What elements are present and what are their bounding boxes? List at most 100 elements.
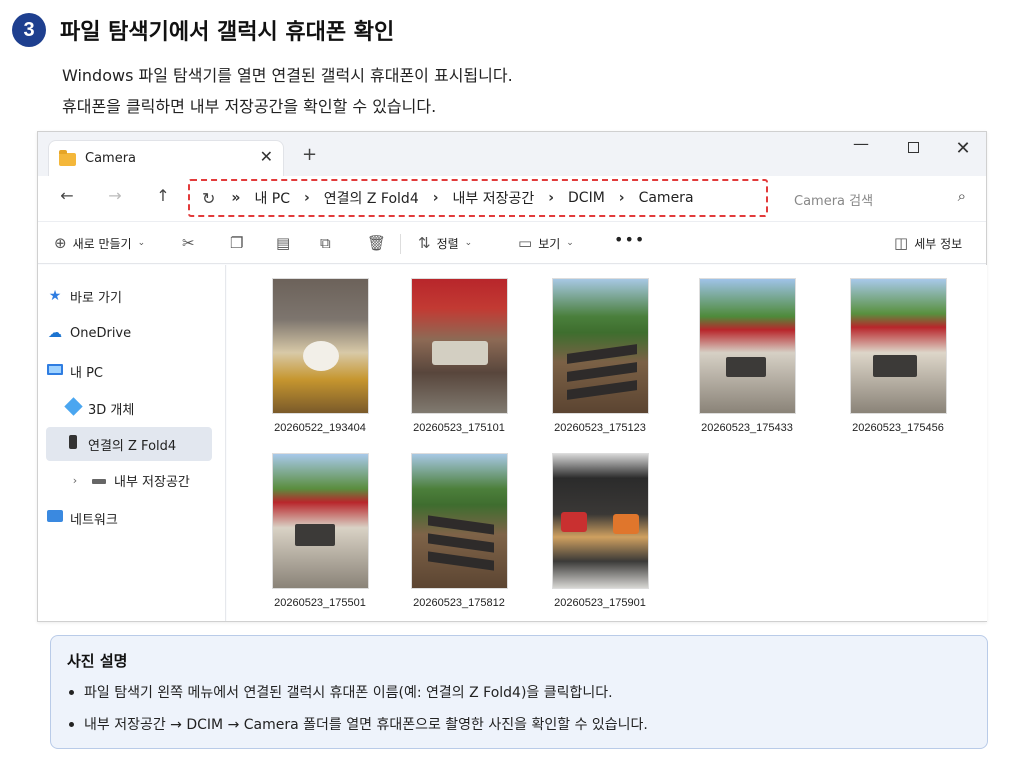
info-bullet-text: 파일 탐색기 왼쪽 메뉴에서 연결된 갤럭시 휴대폰 이름(예: 연결의 Z F…: [84, 685, 613, 701]
tab-bar: Camera ✕ + — ✕: [38, 132, 986, 176]
search-box[interactable]: Camera 검색 ⌕: [784, 181, 976, 215]
breadcrumb-dcim[interactable]: DCIM: [568, 190, 605, 206]
file-item[interactable]: 20260523_175812: [397, 453, 521, 609]
sort-button[interactable]: ⇅ 정렬 ⌄: [418, 234, 472, 252]
breadcrumb-device[interactable]: 연결의 Z Fold4: [324, 188, 419, 208]
maximize-icon: [907, 142, 919, 153]
file-item[interactable]: 20260523_175456: [836, 278, 960, 434]
toolbar-divider: [400, 234, 401, 254]
tab-label: Camera: [85, 151, 137, 166]
maximize-button[interactable]: [898, 138, 928, 157]
file-name: 20260523_175433: [701, 422, 793, 434]
sort-button-label: 정렬: [436, 236, 459, 251]
file-item[interactable]: 20260522_193404: [258, 278, 382, 434]
view-icon: ▭: [518, 234, 533, 252]
breadcrumb-separator[interactable]: ›: [548, 190, 554, 206]
plus-circle-icon: ⊕: [54, 234, 67, 252]
sidebar-item-internal-storage[interactable]: › 내부 저장공간: [66, 463, 214, 497]
breadcrumb-separator[interactable]: ›: [619, 190, 625, 206]
navigation-pane: ★ 바로 가기 ☁ OneDrive 내 PC 3D 개체 연결의 Z Fold…: [38, 265, 226, 621]
breadcrumb-internal-storage[interactable]: 내부 저장공간: [453, 188, 535, 208]
copy-button[interactable]: ❐: [230, 234, 249, 252]
search-icon[interactable]: ⌕: [958, 187, 966, 205]
computer-icon: [47, 364, 63, 375]
file-name: 20260523_175456: [852, 422, 944, 434]
back-button[interactable]: ←: [54, 186, 80, 205]
new-tab-button[interactable]: +: [302, 144, 317, 165]
chevron-down-icon: ⌄: [137, 238, 146, 248]
photo-thumbnail: [551, 453, 649, 589]
chevron-icon[interactable]: »: [231, 190, 240, 206]
file-explorer-window: Camera ✕ + — ✕ ← → ↑ ↻ » 내 PC › 연결의 Z Fo…: [37, 131, 987, 622]
delete-button[interactable]: 🗑: [367, 234, 392, 252]
file-name: 20260523_175501: [274, 597, 366, 609]
close-window-button[interactable]: ✕: [948, 138, 978, 159]
file-list: 20260522_193404 20260523_175101 20260523…: [227, 265, 987, 621]
photo-thumbnail: [271, 453, 369, 589]
sidebar-item-label: 내 PC: [70, 365, 104, 381]
bullet-icon: [69, 721, 74, 727]
phone-icon: [69, 435, 77, 449]
refresh-icon[interactable]: ↻: [202, 189, 215, 208]
sidebar-item-label: 바로 가기: [70, 290, 122, 306]
chevron-down-icon: ⌄: [464, 238, 473, 248]
details-button-label: 세부 정보: [914, 236, 963, 251]
new-button-label: 새로 만들기: [72, 236, 132, 251]
star-icon: ★: [48, 288, 62, 304]
description-line-1: Windows 파일 탐색기를 열면 연결된 갤럭시 휴대폰이 표시됩니다.: [62, 66, 513, 85]
forward-button[interactable]: →: [102, 186, 128, 205]
minimize-button[interactable]: —: [846, 134, 876, 153]
details-pane-button[interactable]: ◫ 세부 정보: [894, 234, 962, 252]
address-bar[interactable]: ↻ » 내 PC › 연결의 Z Fold4 › 내부 저장공간 › DCIM …: [188, 179, 768, 217]
sidebar-item-label: 연결의 Z Fold4: [88, 438, 177, 454]
breadcrumb-camera[interactable]: Camera: [639, 190, 694, 206]
sidebar-item-label: 내부 저장공간: [114, 474, 190, 490]
clipboard-icon: ▤: [276, 234, 291, 252]
photo-thumbnail: [271, 278, 369, 414]
step-number-badge: 3: [12, 13, 46, 47]
sidebar-item-network[interactable]: 네트워크: [46, 501, 212, 535]
breadcrumb-separator[interactable]: ›: [433, 190, 439, 206]
file-name: 20260523_175101: [413, 422, 505, 434]
details-pane-icon: ◫: [894, 234, 909, 252]
close-tab-icon[interactable]: ✕: [260, 147, 273, 166]
paste-button[interactable]: ▤: [276, 234, 296, 252]
rename-button[interactable]: ⧉: [320, 234, 337, 252]
trash-icon: 🗑: [367, 234, 387, 252]
file-item[interactable]: 20260523_175101: [397, 278, 521, 434]
file-item[interactable]: 20260523_175901: [538, 453, 662, 609]
breadcrumb-separator[interactable]: ›: [304, 190, 310, 206]
cut-button[interactable]: ✂: [182, 234, 201, 252]
sort-icon: ⇅: [418, 234, 431, 252]
photo-thumbnail: [698, 278, 796, 414]
sidebar-item-onedrive[interactable]: ☁ OneDrive: [46, 316, 212, 350]
file-name: 20260523_175123: [554, 422, 646, 434]
photo-thumbnail: [551, 278, 649, 414]
new-button[interactable]: ⊕ 새로 만들기 ⌄: [54, 234, 145, 252]
navigation-bar: ← → ↑ ↻ » 내 PC › 연결의 Z Fold4 › 내부 저장공간 ›…: [38, 176, 986, 222]
sidebar-item-my-pc[interactable]: 내 PC: [46, 354, 212, 388]
sidebar-item-label: 네트워크: [70, 512, 118, 528]
cloud-icon: ☁: [48, 325, 62, 341]
chevron-down-icon: ⌄: [566, 238, 574, 248]
view-button[interactable]: ▭ 보기 ⌄: [518, 234, 574, 252]
expand-chevron-icon[interactable]: ›: [66, 474, 84, 487]
search-input[interactable]: Camera 검색: [794, 190, 873, 209]
tab-camera[interactable]: Camera ✕: [48, 140, 284, 176]
file-item[interactable]: 20260523_175123: [538, 278, 662, 434]
file-name: 20260522_193404: [274, 422, 366, 434]
up-button[interactable]: ↑: [150, 186, 176, 205]
breadcrumb-my-pc[interactable]: 내 PC: [254, 188, 290, 208]
step-title: 파일 탐색기에서 갤럭시 휴대폰 확인: [60, 20, 395, 45]
description-line-2: 휴대폰을 클릭하면 내부 저장공간을 확인할 수 있습니다.: [62, 97, 437, 116]
sidebar-item-z-fold4[interactable]: 연결의 Z Fold4: [46, 427, 212, 461]
photo-thumbnail: [849, 278, 947, 414]
file-item[interactable]: 20260523_175433: [685, 278, 809, 434]
drive-icon: [92, 479, 106, 484]
cube-icon: [63, 396, 83, 416]
copy-icon: ❐: [230, 234, 244, 252]
more-options-button[interactable]: •••: [614, 230, 645, 249]
sidebar-item-3d-objects[interactable]: 3D 개체: [63, 391, 212, 425]
sidebar-item-quick-access[interactable]: ★ 바로 가기: [46, 279, 212, 313]
file-item[interactable]: 20260523_175501: [258, 453, 382, 609]
